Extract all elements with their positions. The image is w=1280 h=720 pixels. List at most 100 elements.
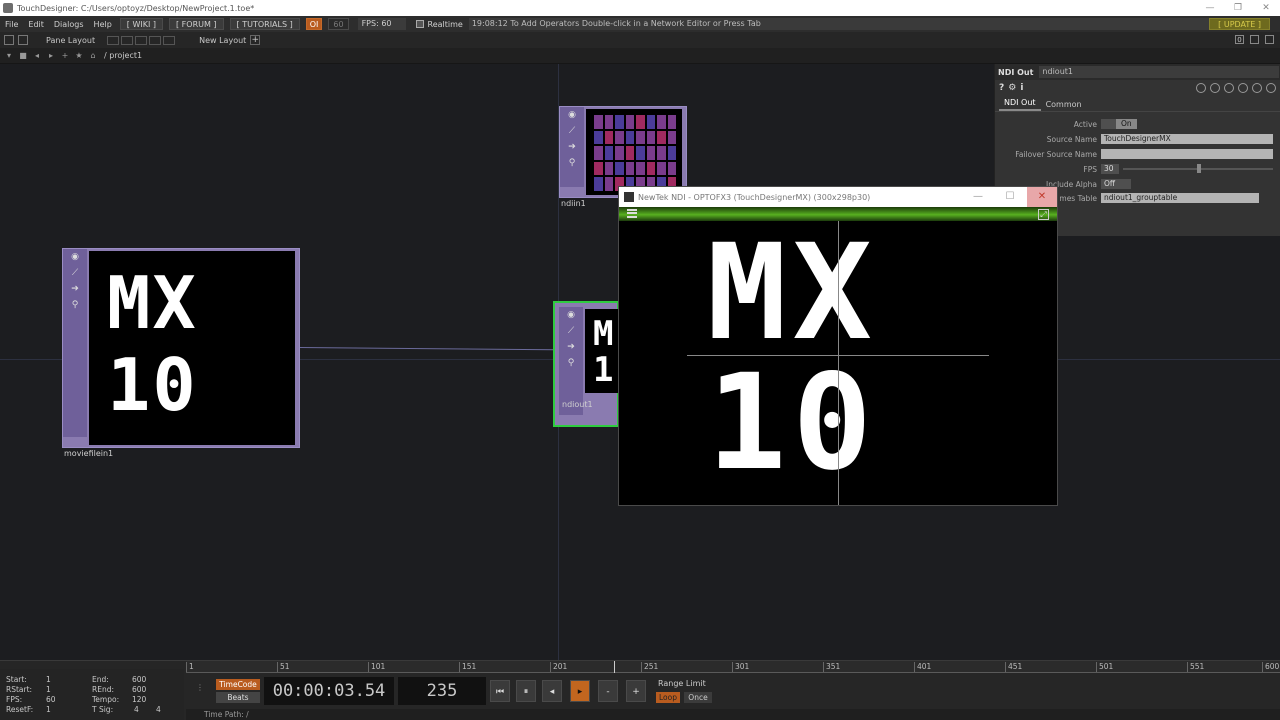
- update-button[interactable]: [ UPDATE ]: [1209, 18, 1270, 30]
- pane-pin-icon[interactable]: [1265, 35, 1274, 44]
- star-icon[interactable]: ★: [74, 51, 84, 60]
- node-name[interactable]: ndiin1: [560, 198, 586, 209]
- node-viewer-icon[interactable]: ◉: [63, 249, 87, 265]
- pane-zero-icon[interactable]: 0: [1235, 35, 1244, 44]
- moviefilein-viewer[interactable]: MX 10: [89, 251, 295, 445]
- fps-value[interactable]: 60: [46, 695, 56, 705]
- realtime-checkbox[interactable]: [415, 20, 424, 28]
- node-wire[interactable]: [299, 347, 555, 351]
- failover-source-field[interactable]: [1101, 149, 1273, 159]
- node-lock-icon[interactable]: ⚲: [63, 297, 87, 313]
- edit-icon[interactable]: [1196, 83, 1206, 93]
- node-lock-icon[interactable]: ⚲: [559, 355, 583, 371]
- fullscreen-icon[interactable]: ⤢: [1038, 209, 1049, 220]
- pause-button[interactable]: ⏸: [516, 680, 536, 702]
- back-icon[interactable]: ◂: [32, 51, 42, 60]
- forward-icon[interactable]: ▸: [46, 51, 56, 60]
- timecode-toggle[interactable]: TimeCode: [216, 679, 260, 690]
- add-param-icon[interactable]: [1252, 83, 1262, 93]
- node-name[interactable]: moviefilein1: [63, 448, 113, 459]
- stop-icon[interactable]: ■: [18, 51, 28, 60]
- maximize-icon[interactable]: ☐: [995, 187, 1025, 207]
- playhead[interactable]: [614, 661, 615, 673]
- pane-maximize-icon[interactable]: [1250, 35, 1259, 44]
- node-bypass-icon[interactable]: ⟋: [63, 265, 87, 281]
- node-display-icon[interactable]: ➔: [63, 281, 87, 297]
- tutorials-button[interactable]: [ TUTORIALS ]: [229, 18, 300, 30]
- rewind-button[interactable]: ⏮: [490, 680, 510, 702]
- node-lock-icon[interactable]: ⚲: [560, 155, 584, 171]
- node-viewer-icon[interactable]: ◉: [559, 307, 583, 323]
- close-icon[interactable]: ✕: [1252, 0, 1280, 16]
- close-icon[interactable]: ✕: [1027, 187, 1057, 207]
- beats-toggle[interactable]: Beats: [216, 692, 260, 703]
- hamburger-menu-icon[interactable]: [627, 209, 637, 218]
- pane-split-icon[interactable]: [18, 35, 28, 45]
- active-toggle[interactable]: On: [1101, 119, 1137, 129]
- transport-handle-icon[interactable]: ⋮: [190, 683, 210, 701]
- node-bypass-icon[interactable]: ⟋: [560, 123, 584, 139]
- menu-file[interactable]: File: [0, 20, 23, 29]
- node-bypass-icon[interactable]: ⟋: [559, 323, 583, 339]
- wiki-button[interactable]: [ WIKI ]: [119, 18, 163, 30]
- comment-icon[interactable]: [1210, 83, 1220, 93]
- once-button[interactable]: Once: [684, 692, 712, 703]
- layout-4-icon[interactable]: [149, 35, 162, 45]
- layout-2-icon[interactable]: [121, 35, 134, 45]
- minimize-icon[interactable]: —: [1196, 0, 1224, 16]
- home-icon[interactable]: ⌂: [88, 51, 98, 60]
- start-value[interactable]: 1: [46, 675, 51, 685]
- maximize-icon[interactable]: ❐: [1224, 0, 1252, 16]
- ndiin-viewer[interactable]: [586, 109, 682, 195]
- ndiin-node[interactable]: ◉ ⟋ ➔ ⚲ ndiin1: [559, 106, 687, 208]
- ndi-window-titlebar[interactable]: NewTek NDI - OPTOFX3 (TouchDesignerMX) (…: [619, 187, 1057, 207]
- groups-table-field[interactable]: ndiout1_grouptable: [1101, 193, 1259, 203]
- resetf-value[interactable]: 1: [46, 705, 51, 715]
- step-back-button[interactable]: -: [598, 680, 618, 702]
- tsig-a[interactable]: 4: [134, 705, 139, 715]
- dropdown-icon[interactable]: ▾: [4, 51, 14, 60]
- slider-knob[interactable]: [1197, 164, 1201, 173]
- python-help-icon[interactable]: ⚙: [1008, 83, 1016, 93]
- tab-ndi-out[interactable]: NDI Out: [999, 98, 1041, 111]
- layout-3-icon[interactable]: [135, 35, 148, 45]
- add-layout-button[interactable]: +: [250, 35, 261, 45]
- end-value[interactable]: 600: [132, 675, 146, 685]
- oi-button[interactable]: OI: [305, 18, 323, 30]
- node-name[interactable]: ndiout1: [561, 399, 593, 410]
- ndiout-node[interactable]: ◉ ⟋ ➔ ⚲ M 1( ndiout1: [553, 301, 625, 427]
- tab-common[interactable]: Common: [1041, 100, 1087, 111]
- settings-icon[interactable]: [1266, 83, 1276, 93]
- sixty-button[interactable]: 60: [328, 18, 349, 30]
- tsig-b[interactable]: 4: [156, 705, 161, 715]
- time-display[interactable]: 00:00:03.54: [264, 677, 394, 705]
- fps-field[interactable]: 30: [1101, 164, 1119, 174]
- tempo-value[interactable]: 120: [132, 695, 146, 705]
- include-alpha-toggle[interactable]: Off: [1101, 179, 1131, 189]
- node-display-icon[interactable]: ➔: [560, 139, 584, 155]
- layout-5-icon[interactable]: [163, 35, 176, 45]
- play-button[interactable]: ▸: [570, 680, 590, 702]
- op-name-field[interactable]: ndiout1: [1039, 66, 1280, 78]
- node-display-icon[interactable]: ➔: [559, 339, 583, 355]
- timeline-ruler[interactable]: 1 51 101 151 201 251 301 351 401 451 501…: [186, 661, 1280, 673]
- color-icon[interactable]: [1238, 83, 1248, 93]
- minimize-icon[interactable]: —: [963, 187, 993, 207]
- menu-dialogs[interactable]: Dialogs: [49, 20, 89, 29]
- loop-button[interactable]: Loop: [656, 692, 680, 703]
- add-icon[interactable]: +: [60, 51, 70, 60]
- network-path[interactable]: / project1: [104, 51, 142, 60]
- menu-help[interactable]: Help: [89, 20, 117, 29]
- moviefilein-node[interactable]: ◉ ⟋ ➔ ⚲ MX 10 moviefilein1: [62, 248, 300, 458]
- ndi-monitor-window[interactable]: NewTek NDI - OPTOFX3 (TouchDesignerMX) (…: [618, 186, 1058, 506]
- layout-1-icon[interactable]: [107, 35, 120, 45]
- pane-menu-icon[interactable]: [4, 35, 14, 45]
- step-forward-button[interactable]: +: [626, 680, 646, 702]
- info-icon[interactable]: i: [1020, 83, 1023, 93]
- source-name-field[interactable]: TouchDesignerMX: [1101, 134, 1273, 144]
- frame-display[interactable]: 235: [398, 677, 486, 705]
- forum-button[interactable]: [ FORUM ]: [169, 18, 224, 30]
- rstart-value[interactable]: 1: [46, 685, 51, 695]
- rend-value[interactable]: 600: [132, 685, 146, 695]
- fps-slider[interactable]: [1123, 164, 1273, 173]
